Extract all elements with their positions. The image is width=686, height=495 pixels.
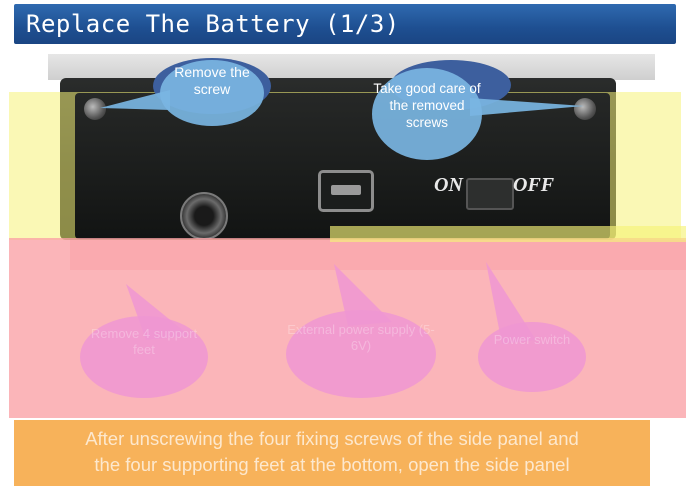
usb-port-connector xyxy=(331,185,361,195)
caption-line-2: the four supporting feet at the bottom, … xyxy=(94,454,570,475)
take-care-pointer xyxy=(470,98,584,116)
power-switch-icon xyxy=(466,178,514,210)
power-socket-icon xyxy=(180,192,228,240)
photo-top-strip xyxy=(48,54,655,80)
switch-on-label: ON xyxy=(434,174,463,196)
caption-line-1: After unscrewing the four fixing screws … xyxy=(85,428,579,449)
page-title: Replace The Battery (1/3) xyxy=(26,10,400,38)
switch-off-label: OFF xyxy=(513,174,555,196)
remove-feet-callout: Remove 4 support feet xyxy=(80,316,208,398)
remove-feet-text: Remove 4 support feet xyxy=(90,326,198,357)
power-switch-callout: Power switch xyxy=(478,322,586,392)
caption-box: After unscrewing the four fixing screws … xyxy=(14,420,650,486)
take-care-callout: Take good care of the removed screws xyxy=(372,68,482,160)
remove-screw-pointer xyxy=(100,90,170,110)
caption-text: After unscrewing the four fixing screws … xyxy=(14,426,650,478)
highlight-strip-yellow xyxy=(330,226,686,242)
title-bar: Replace The Battery (1/3) xyxy=(14,4,676,44)
external-power-text: External power supply (5-6V) xyxy=(287,322,435,353)
external-power-callout: External power supply (5-6V) xyxy=(286,310,436,398)
usb-port-icon xyxy=(318,170,374,212)
remove-screw-text: Remove the screw xyxy=(174,64,250,97)
take-care-text: Take good care of the removed screws xyxy=(373,81,481,130)
power-switch-text: Power switch xyxy=(493,332,571,347)
